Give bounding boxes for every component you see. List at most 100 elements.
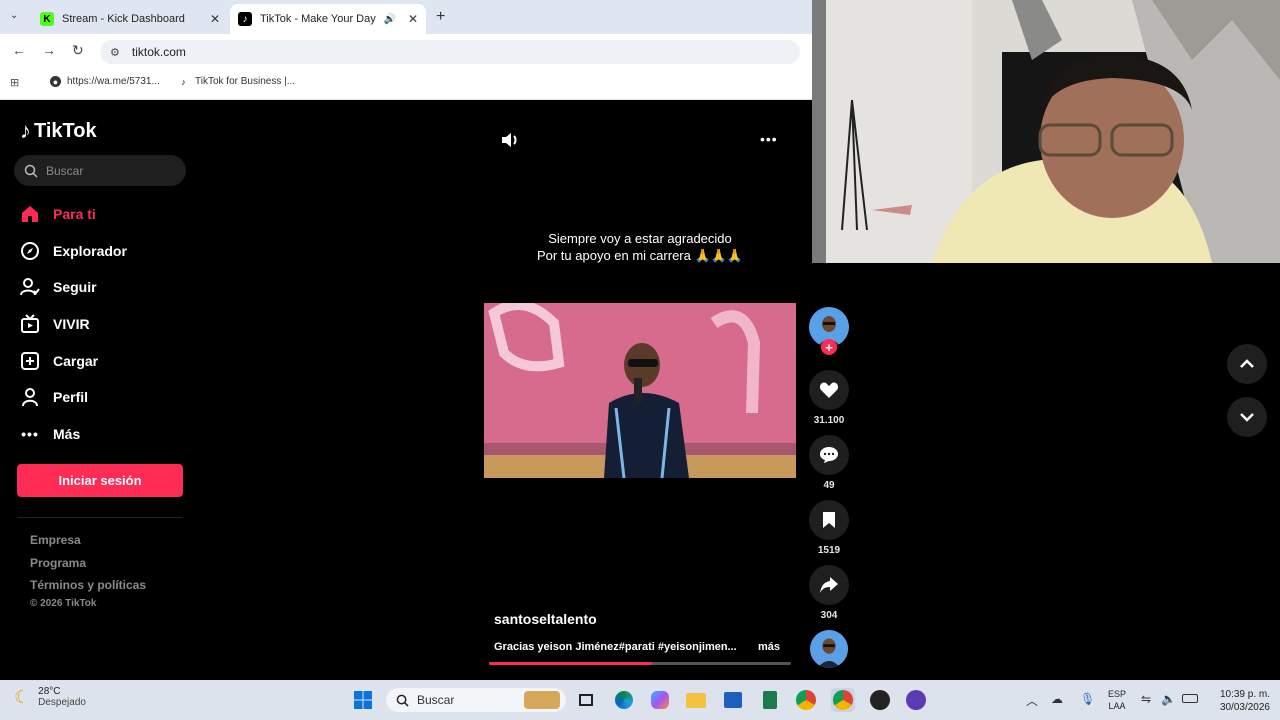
- weather-condition: Despejado: [38, 697, 86, 708]
- audio-playing-icon[interactable]: 🔊: [384, 14, 396, 25]
- apps-grid-icon[interactable]: ⊞: [10, 76, 19, 89]
- weather-widget[interactable]: ☾ 28°C Despejado: [14, 686, 86, 708]
- bookmark-label: TikTok for Business |...: [195, 76, 296, 87]
- task-view-icon[interactable]: [574, 688, 598, 712]
- sidebar-item-label: Perfil: [53, 389, 89, 405]
- chevron-down-icon: [1240, 413, 1254, 422]
- upload-plus-icon: [20, 351, 40, 371]
- forward-icon[interactable]: →: [42, 42, 56, 58]
- tab-tiktok[interactable]: ♪ TikTok - Make Your Day 🔊 ✕: [230, 4, 426, 34]
- sidebar-item-vivir[interactable]: VIVIR: [20, 314, 90, 334]
- bookmark-label: https://wa.me/5731...: [67, 76, 160, 87]
- music-disc-avatar[interactable]: [810, 630, 848, 668]
- volume-icon[interactable]: [500, 131, 520, 154]
- heart-icon: [819, 382, 839, 398]
- tab-label: Stream - Kick Dashboard: [62, 13, 185, 25]
- saves-count: 1519: [817, 545, 841, 556]
- file-explorer-icon[interactable]: [684, 688, 708, 712]
- keyboard-layout: LAA: [1108, 701, 1126, 711]
- footer-link-terminos[interactable]: Términos y políticas: [30, 578, 146, 592]
- bookmark-icon: [823, 512, 835, 528]
- reload-icon[interactable]: ↻: [72, 42, 84, 59]
- show-hidden-icons[interactable]: ︿: [1026, 692, 1038, 709]
- microphone-icon[interactable]: 🎙: [1080, 692, 1095, 706]
- tiktok-favicon-icon: ♪: [181, 76, 186, 87]
- video-player[interactable]: [484, 303, 796, 478]
- moon-icon: ☾: [14, 686, 31, 707]
- like-button[interactable]: [809, 370, 849, 410]
- video-author[interactable]: santoseltalento: [494, 611, 597, 627]
- microsoft-store-icon[interactable]: [721, 688, 745, 712]
- network-icon[interactable]: ⇋: [1141, 692, 1151, 706]
- more-description-link[interactable]: más: [758, 641, 780, 653]
- footer-link-programa[interactable]: Programa: [30, 556, 86, 570]
- sidebar-item-mas[interactable]: ••• Más: [20, 424, 80, 444]
- login-button[interactable]: Iniciar sesión: [17, 464, 183, 497]
- footer-link-empresa[interactable]: Empresa: [30, 533, 81, 547]
- save-button[interactable]: [809, 500, 849, 540]
- sidebar-item-label: Explorador: [53, 243, 127, 259]
- sidebar-item-cargar[interactable]: Cargar: [20, 351, 98, 371]
- calculator-app-icon[interactable]: [758, 688, 782, 712]
- follow-user-icon: [20, 277, 40, 297]
- bookmark-whatsapp[interactable]: ● https://wa.me/5731...: [50, 76, 160, 87]
- search-input[interactable]: Buscar: [14, 155, 186, 186]
- share-arrow-icon: [820, 577, 838, 593]
- comment-icon: [820, 447, 838, 463]
- chrome-active-icon[interactable]: [831, 688, 855, 712]
- video-caption-line2: Por tu apoyo en mi carrera 🙏🙏🙏: [536, 248, 744, 263]
- home-icon: [20, 204, 40, 224]
- close-tab-icon[interactable]: ✕: [210, 12, 220, 26]
- battery-icon[interactable]: [1182, 694, 1198, 703]
- url-text: tiktok.com: [131, 45, 186, 59]
- video-frame-image: [484, 303, 796, 478]
- bookmark-tiktok-business[interactable]: ♪ TikTok for Business |...: [178, 76, 295, 87]
- previous-video-button[interactable]: [1227, 344, 1267, 384]
- url-field[interactable]: ⚙ tiktok.com: [100, 40, 800, 64]
- globe-icon: ●: [50, 76, 61, 87]
- video-progress-track[interactable]: [489, 662, 791, 665]
- search-placeholder: Buscar: [46, 163, 84, 178]
- tab-kick-dashboard[interactable]: K Stream - Kick Dashboard ✕: [32, 4, 228, 34]
- comments-count: 49: [823, 480, 835, 491]
- more-dots-icon: •••: [21, 426, 39, 442]
- tiktok-logo[interactable]: ♪ TikTok: [20, 118, 97, 144]
- edge-icon[interactable]: [612, 688, 636, 712]
- language-code: ESP: [1108, 689, 1127, 699]
- tab-label: TikTok - Make Your Day: [260, 13, 376, 25]
- next-video-button[interactable]: [1227, 397, 1267, 437]
- more-options-icon[interactable]: •••: [760, 131, 778, 147]
- streamlabs-app-icon[interactable]: [904, 688, 928, 712]
- tab-list-dropdown-icon[interactable]: ⌄: [10, 10, 18, 21]
- chrome-icon[interactable]: [794, 688, 818, 712]
- browser-tab-bar: ⌄ K Stream - Kick Dashboard ✕ ♪ TikTok -…: [0, 0, 812, 34]
- sidebar-item-para-ti[interactable]: Para ti: [20, 204, 96, 224]
- video-description: Gracias yeison Jiménez#parati #yeisonjim…: [494, 641, 737, 653]
- sidebar-item-perfil[interactable]: Perfil: [20, 387, 88, 407]
- taskbar-search[interactable]: Buscar: [386, 688, 566, 712]
- sidebar-item-explorador[interactable]: Explorador: [20, 241, 127, 261]
- sidebar-item-label: Seguir: [53, 279, 97, 295]
- close-tab-icon[interactable]: ✕: [408, 12, 418, 26]
- sidebar-item-seguir[interactable]: Seguir: [20, 277, 97, 297]
- language-indicator[interactable]: ESP LAA: [1108, 688, 1126, 712]
- sidebar-divider: [17, 517, 183, 518]
- volume-tray-icon[interactable]: 🔈: [1161, 692, 1176, 706]
- new-tab-icon[interactable]: +: [436, 8, 445, 26]
- taskbar-search-label: Buscar: [417, 693, 455, 707]
- likes-count: 31.100: [813, 415, 845, 426]
- brand-name: TikTok: [34, 119, 97, 142]
- obs-app-icon[interactable]: [868, 688, 892, 712]
- sidebar-item-label: Más: [53, 426, 81, 442]
- site-info-icon[interactable]: ⚙: [110, 46, 120, 59]
- clock[interactable]: 10:39 p. m. 30/03/2026: [1206, 688, 1270, 714]
- copilot-icon[interactable]: [648, 688, 672, 712]
- search-highlight-image: [524, 691, 560, 709]
- onedrive-icon[interactable]: ☁: [1051, 692, 1063, 706]
- back-icon[interactable]: ←: [12, 42, 26, 58]
- comment-button[interactable]: [809, 435, 849, 475]
- share-button[interactable]: [809, 565, 849, 605]
- sidebar-item-label: VIVIR: [53, 316, 90, 332]
- windows-start-icon[interactable]: [351, 688, 375, 712]
- follow-plus-icon[interactable]: +: [821, 339, 837, 355]
